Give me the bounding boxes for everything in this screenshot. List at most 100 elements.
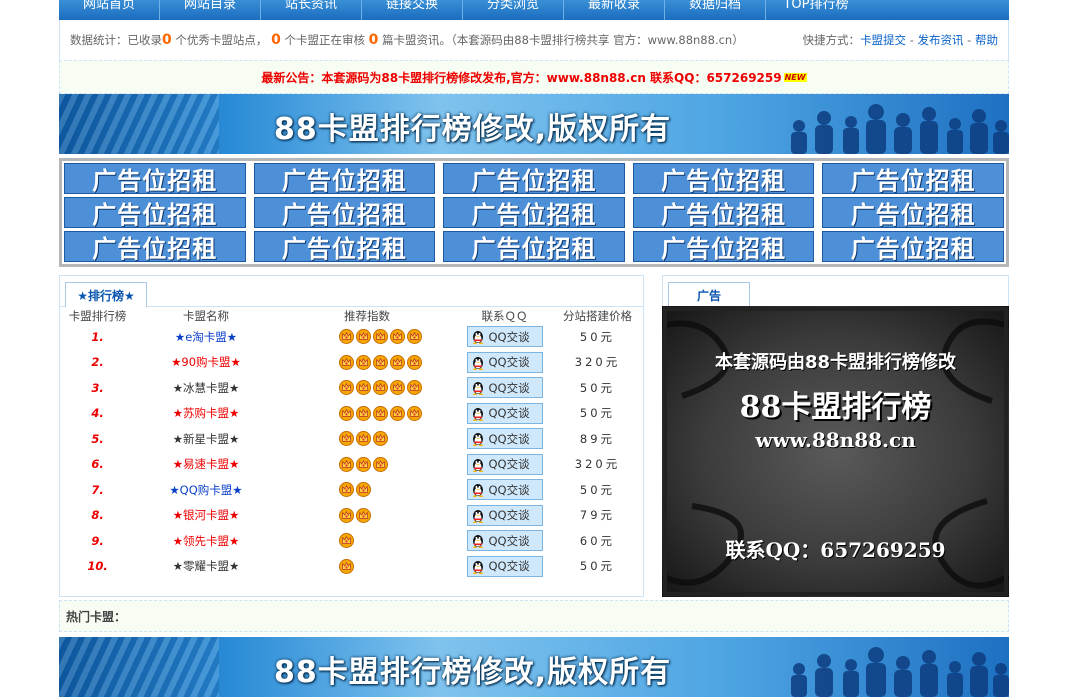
crown-icon: [390, 329, 405, 345]
nav-item-4[interactable]: 分类浏览: [463, 0, 564, 20]
crown-icon: [339, 380, 354, 396]
new-badge: NEW: [783, 72, 807, 82]
top-banner[interactable]: 88卡盟排行榜修改,版权所有: [59, 94, 1009, 154]
banner-title-bottom: 88卡盟排行榜修改,版权所有: [274, 655, 672, 690]
qq-chat-button[interactable]: QQ交谈: [466, 479, 543, 501]
crown-icon: [339, 431, 354, 447]
qq-penguin-icon: [472, 458, 483, 472]
ad-line-3: www.88n88.cn: [755, 428, 916, 452]
page: 网站首页 网站目录 站长资讯 链接交换 分类浏览 最新收录 数据归档 TOP排行榜 数据统计：…: [59, 0, 1009, 697]
qq-chat-button[interactable]: QQ交谈: [466, 555, 543, 577]
ad-slot[interactable]: 广告位招租: [253, 163, 436, 195]
qq-penguin-icon: [472, 535, 483, 549]
crown-icon: [407, 354, 422, 370]
nav-item-7[interactable]: TOP排行榜: [766, 0, 866, 20]
nav-item-2[interactable]: 站长资讯: [261, 0, 362, 20]
qq-chat-button[interactable]: QQ交谈: [466, 504, 543, 526]
crown-icon: [339, 456, 354, 472]
cardunion-name-link[interactable]: ★QQ购卡盟★: [135, 477, 277, 503]
cardunion-name-link[interactable]: ★e淘卡盟★: [135, 324, 277, 350]
cardunion-name-link[interactable]: ★苏购卡盟★: [135, 401, 277, 427]
cardunion-name-link[interactable]: ★零耀卡盟★: [135, 554, 277, 580]
crown-icon: [356, 482, 371, 498]
qq-chat-button[interactable]: QQ交谈: [466, 530, 543, 552]
ad-slot[interactable]: 广告位招租: [822, 163, 1004, 195]
qq-penguin-icon: [472, 382, 483, 396]
crown-icon: [339, 507, 354, 523]
qq-chat-button[interactable]: QQ交谈: [466, 428, 543, 450]
price-cell: 320元: [574, 355, 621, 370]
recommend-stars: [277, 426, 457, 452]
crown-icon: [339, 558, 354, 574]
recommend-stars: [277, 477, 457, 503]
ad-slot[interactable]: 广告位招租: [253, 197, 436, 229]
price-cell: 50元: [579, 482, 616, 497]
qq-chat-button[interactable]: QQ交谈: [466, 351, 543, 373]
price-cell: 50元: [579, 329, 616, 344]
col-stars: 推荐指数: [344, 308, 390, 323]
ad-slot[interactable]: 广告位招租: [443, 197, 625, 229]
help-link[interactable]: 帮助: [975, 33, 998, 47]
stats-bar: 数据统计：已收录0 个优秀卡盟站点， 0 个卡盟正在审核 0 篇卡盟资讯。（本套…: [59, 20, 1009, 60]
table-header: 卡盟排行榜 卡盟名称 推荐指数 联系ＱＱ 分站搭建价格: [60, 307, 643, 324]
recommend-stars: [277, 324, 457, 350]
crowd-silhouette-icon: [791, 104, 1009, 154]
hot-cardunions: 热门卡盟：: [59, 600, 1009, 632]
cardunion-name-link[interactable]: ★易速卡盟★: [135, 452, 277, 478]
stats-text: 数据统计：已收录0 个优秀卡盟站点， 0 个卡盟正在审核 0 篇卡盟资讯。（本套…: [70, 32, 744, 48]
crown-icon: [390, 380, 405, 396]
nav-item-5[interactable]: 最新收录: [564, 0, 665, 20]
cardunion-name-link[interactable]: ★新星卡盟★: [135, 426, 277, 452]
submit-link[interactable]: 卡盟提交: [860, 33, 906, 47]
nav-item-1[interactable]: 网站目录: [160, 0, 261, 20]
main-nav: 网站首页 网站目录 站长资讯 链接交换 分类浏览 最新收录 数据归档 TOP排行榜: [59, 0, 1009, 20]
ad-slot[interactable]: 广告位招租: [632, 163, 815, 195]
ad-grid: 广告位招租 广告位招租 广告位招租 广告位招租 广告位招租 广告位招租 广告位招租 广告位招租…: [59, 158, 1009, 267]
qq-penguin-icon: [472, 509, 483, 523]
crown-icon: [356, 431, 371, 447]
ad-slot[interactable]: 广告位招租: [632, 231, 815, 263]
ad-slot[interactable]: 广告位招租: [822, 231, 1004, 263]
side-ad-image[interactable]: 本套源码由88卡盟排行榜修改 88卡盟排行榜 www.88n88.cn 联系QQ…: [662, 306, 1009, 597]
crown-icon: [373, 354, 388, 370]
tab-ranking[interactable]: ★排行榜★: [65, 282, 147, 307]
ad-slot[interactable]: 广告位招租: [64, 197, 246, 229]
ad-panel: 广告 本套源码由88卡盟排行榜修改 88卡盟排行榜 www.88n88.cn 联…: [662, 275, 1009, 597]
qq-chat-button[interactable]: QQ交谈: [466, 402, 543, 424]
cardunion-name-link[interactable]: ★领先卡盟★: [135, 528, 277, 554]
rank-number: 3.: [91, 380, 104, 395]
rank-number: 6.: [91, 457, 104, 472]
ad-slot[interactable]: 广告位招租: [64, 163, 246, 195]
recommend-stars: [277, 503, 457, 529]
bottom-banner[interactable]: 88卡盟排行榜修改,版权所有: [59, 637, 1009, 697]
nav-item-6[interactable]: 数据归档: [665, 0, 766, 20]
publish-link[interactable]: 发布资讯: [918, 33, 964, 47]
cardunion-name-link[interactable]: ★银河卡盟★: [135, 503, 277, 529]
qq-chat-button[interactable]: QQ交谈: [466, 377, 543, 399]
ranking-panel: ★排行榜★ 卡盟排行榜 卡盟名称 推荐指数 联系ＱＱ 分站搭建价格 1. ★e淘卡…: [59, 275, 644, 597]
table-row: 5. ★新星卡盟★ QQ交谈 89元: [60, 426, 643, 452]
ad-slot[interactable]: 广告位招租: [443, 231, 625, 263]
nav-item-3[interactable]: 链接交换: [362, 0, 463, 20]
quick-links: 快捷方式：卡盟提交 - 发布资讯 - 帮助: [802, 33, 998, 47]
qq-penguin-icon: [472, 560, 483, 574]
cardunion-name-link[interactable]: ★冰慧卡盟★: [135, 375, 277, 401]
recommend-stars: [277, 528, 457, 554]
table-row: 3. ★冰慧卡盟★ QQ交谈 50元: [60, 375, 643, 401]
rank-number: 7.: [91, 482, 104, 497]
cardunion-name-link[interactable]: ★90购卡盟★: [135, 350, 277, 376]
crowd-silhouette-icon: [791, 647, 1009, 697]
tab-ad[interactable]: 广告: [668, 282, 750, 307]
ranking-table: 卡盟排行榜 卡盟名称 推荐指数 联系ＱＱ 分站搭建价格 1. ★e淘卡盟★ QQ交谈…: [60, 307, 643, 579]
ad-line-2: 88卡盟排行榜: [739, 390, 932, 425]
crown-icon: [373, 431, 388, 447]
rank-number: 10.: [87, 559, 108, 574]
ad-slot[interactable]: 广告位招租: [632, 197, 815, 229]
nav-item-0[interactable]: 网站首页: [59, 0, 160, 20]
qq-chat-button[interactable]: QQ交谈: [466, 326, 543, 348]
ad-slot[interactable]: 广告位招租: [443, 163, 625, 195]
ad-slot[interactable]: 广告位招租: [253, 231, 436, 263]
ad-slot[interactable]: 广告位招租: [64, 231, 246, 263]
ad-slot[interactable]: 广告位招租: [822, 197, 1004, 229]
qq-chat-button[interactable]: QQ交谈: [466, 453, 543, 475]
